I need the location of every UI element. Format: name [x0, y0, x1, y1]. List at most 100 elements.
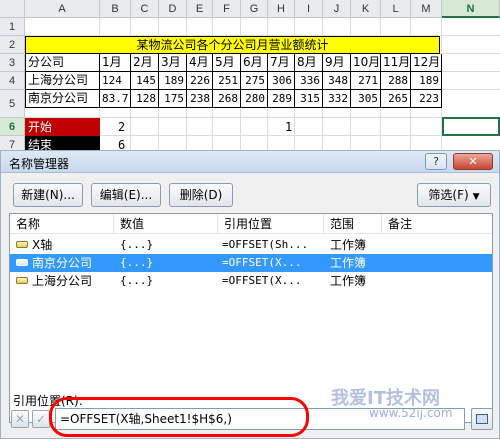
value-cell[interactable]: 288: [381, 72, 411, 90]
month-header-cell[interactable]: 11月: [381, 54, 411, 72]
named-range-icon: [16, 241, 28, 248]
value-cell[interactable]: 223: [411, 90, 442, 108]
start-value-cell[interactable]: 2: [118, 118, 125, 136]
filter-button[interactable]: 筛选(F) ▼: [417, 183, 491, 207]
item-scope: 工作簿: [330, 256, 367, 270]
branch-name-cell[interactable]: 南京分公司: [25, 90, 100, 108]
month-header-cell[interactable]: 10月: [351, 54, 381, 72]
value-cell[interactable]: 332: [323, 90, 351, 108]
new-name-button[interactable]: 新建(N)...: [13, 183, 83, 207]
value-cell[interactable]: 83.7: [100, 90, 131, 108]
cancel-icon[interactable]: ✕: [11, 410, 29, 428]
item-name: X轴: [32, 238, 53, 252]
column-header-g[interactable]: G: [241, 0, 268, 18]
row-header-2[interactable]: 2: [0, 36, 25, 54]
value-cell[interactable]: 175: [159, 90, 187, 108]
value-cell[interactable]: 289: [268, 90, 295, 108]
column-note-header[interactable]: 备注: [382, 214, 492, 234]
value-cell[interactable]: 145: [131, 72, 159, 90]
month-header-cell[interactable]: 12月: [411, 54, 442, 72]
column-header-n[interactable]: N: [442, 0, 500, 18]
row-header-7[interactable]: 7: [0, 136, 25, 150]
active-cell-n6[interactable]: [442, 117, 500, 136]
watermark-url: www.52ij.com: [369, 406, 453, 420]
chevron-down-icon: ▼: [472, 192, 480, 202]
value-cell[interactable]: 128: [131, 90, 159, 108]
watermark: 我爱IT技术网 www.52ij.com: [331, 384, 471, 424]
item-ref: =OFFSET(Sh...: [222, 238, 309, 251]
spreadsheet-grid[interactable]: A B C D E F G H I J K L M N 1 2 3 4 5 6 …: [0, 0, 500, 150]
column-header-d[interactable]: D: [159, 0, 187, 18]
edit-name-button[interactable]: 编辑(E)...: [91, 183, 161, 207]
delete-name-button[interactable]: 删除(D): [169, 183, 233, 207]
named-range-icon: [16, 259, 28, 266]
month-header-cell[interactable]: 9月: [323, 54, 351, 72]
value-cell[interactable]: 280: [241, 90, 268, 108]
value-cell[interactable]: 189: [411, 72, 442, 90]
value-cell[interactable]: 251: [213, 72, 241, 90]
column-header-m[interactable]: M: [411, 0, 442, 18]
column-header-b[interactable]: B: [100, 0, 131, 18]
column-header-k[interactable]: K: [351, 0, 381, 18]
help-button[interactable]: ?: [425, 153, 447, 170]
h6-value-cell[interactable]: 1: [285, 118, 292, 136]
column-value-header[interactable]: 数值: [114, 214, 218, 234]
row-header-3[interactable]: 3: [0, 54, 25, 72]
month-header-cell[interactable]: 5月: [213, 54, 241, 72]
select-all-corner[interactable]: [0, 0, 25, 18]
month-header-cell[interactable]: 7月: [268, 54, 295, 72]
month-header-cell[interactable]: 8月: [295, 54, 323, 72]
column-header-l[interactable]: L: [381, 0, 411, 18]
column-header-c[interactable]: C: [131, 0, 159, 18]
list-item[interactable]: X轴 {...} =OFFSET(Sh... 工作簿: [10, 236, 492, 254]
value-cell[interactable]: 336: [295, 72, 323, 90]
value-cell[interactable]: 271: [351, 72, 381, 90]
action-bar: 新建(N)... 编辑(E)... 删除(D) 筛选(F) ▼: [9, 183, 493, 211]
list-item-selected[interactable]: 南京分公司 {...} =OFFSET(X... 工作簿: [10, 254, 492, 272]
collapse-dialog-button[interactable]: [471, 408, 493, 430]
value-cell[interactable]: 189: [159, 72, 187, 90]
item-value: {...}: [120, 238, 154, 251]
confirm-icon[interactable]: ✓: [32, 410, 50, 428]
column-header-f[interactable]: F: [213, 0, 241, 18]
value-cell[interactable]: 315: [295, 90, 323, 108]
value-cell[interactable]: 268: [213, 90, 241, 108]
value-cell[interactable]: 305: [351, 90, 381, 108]
end-value-cell[interactable]: 6: [118, 136, 125, 150]
value-cell[interactable]: 265: [381, 90, 411, 108]
sheet-title-cell[interactable]: 某物流公司各个分公司月营业额统计: [25, 36, 440, 54]
month-header-cell[interactable]: 3月: [159, 54, 187, 72]
month-header-cell[interactable]: 4月: [187, 54, 213, 72]
column-header-i[interactable]: I: [295, 0, 323, 18]
close-button[interactable]: ✕: [453, 153, 493, 170]
month-header-cell[interactable]: 1月: [100, 54, 131, 72]
month-header-cell[interactable]: 2月: [131, 54, 159, 72]
name-manager-dialog: 名称管理器 ? ✕ 新建(N)... 编辑(E)... 删除(D) 筛选(F) ▼…: [0, 150, 500, 439]
value-cell[interactable]: 275: [241, 72, 268, 90]
row-header-1[interactable]: 1: [0, 18, 25, 36]
column-header-a[interactable]: A: [25, 0, 100, 18]
column-header-h[interactable]: H: [268, 0, 295, 18]
end-label-cell[interactable]: 结束: [25, 136, 100, 150]
branch-name-cell[interactable]: 上海分公司: [25, 72, 100, 90]
row-header-6[interactable]: 6: [0, 118, 25, 136]
column-ref-header[interactable]: 引用位置: [218, 214, 324, 234]
dialog-titlebar[interactable]: 名称管理器 ? ✕: [1, 151, 499, 173]
column-name-header[interactable]: 名称: [10, 214, 114, 234]
value-cell[interactable]: 124: [100, 72, 131, 90]
value-cell[interactable]: 238: [187, 90, 213, 108]
column-header-e[interactable]: E: [187, 0, 213, 18]
column-header-j[interactable]: J: [323, 0, 351, 18]
row-header-4[interactable]: 4: [0, 72, 25, 90]
column-scope-header[interactable]: 范围: [324, 214, 382, 234]
value-cell[interactable]: 226: [187, 72, 213, 90]
row-header-5[interactable]: 5: [0, 90, 25, 118]
start-label-cell[interactable]: 开始: [25, 118, 100, 136]
month-header-cell[interactable]: 6月: [241, 54, 268, 72]
header-label-cell[interactable]: 分公司: [25, 54, 100, 72]
value-cell[interactable]: 306: [268, 72, 295, 90]
filter-button-label: 筛选(F): [428, 188, 469, 202]
item-value: {...}: [120, 274, 154, 287]
list-item[interactable]: 上海分公司 {...} =OFFSET(X... 工作簿: [10, 272, 492, 290]
value-cell[interactable]: 348: [323, 72, 351, 90]
